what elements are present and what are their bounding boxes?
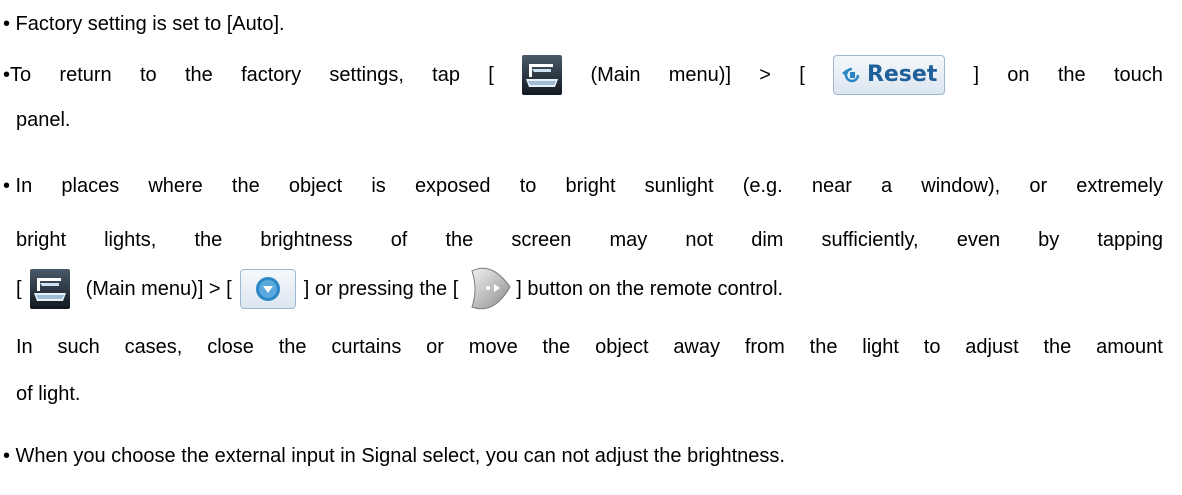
word: the (1043, 336, 1072, 358)
word: tapping (1097, 229, 1163, 251)
word: to (519, 175, 537, 197)
word: the (184, 64, 213, 86)
reset-button[interactable]: Reset (833, 55, 946, 95)
word: cases, (124, 336, 183, 358)
word: [ (16, 278, 22, 300)
word: from (744, 336, 785, 358)
word: the (809, 336, 838, 358)
word: dim (751, 229, 784, 251)
reset-icon (841, 67, 860, 83)
main-menu-icon[interactable] (29, 269, 70, 309)
word: places (61, 175, 120, 197)
word: tap (432, 64, 460, 86)
word: or (426, 336, 444, 358)
bullet-reset-continuation: panel. (16, 108, 71, 132)
word: bright (16, 229, 67, 251)
word: window), (921, 175, 1001, 197)
bullet-reset-instruction: •To return to the factory settings, tap … (3, 55, 1163, 95)
word: away (673, 336, 721, 358)
word: panel. (16, 109, 71, 131)
word: by (1038, 229, 1060, 251)
word: adjust (965, 336, 1019, 358)
word: • In (3, 175, 33, 197)
word: sufficiently, (821, 229, 919, 251)
main-menu-segment (522, 55, 563, 95)
word: screen (511, 229, 572, 251)
bullet-sunlight-line3: [ (Main menu)] > [ ] or pressing the []… (16, 265, 783, 313)
word: such (57, 336, 100, 358)
word: not (685, 229, 714, 251)
word: (Main (590, 64, 641, 86)
word: the (542, 336, 571, 358)
bullet-external-input: • When you choose the external input in … (3, 444, 785, 468)
main-menu-icon[interactable] (522, 55, 563, 95)
word: of (390, 229, 408, 251)
word: the (231, 175, 260, 197)
bullet-sunlight-line5: of light. (16, 382, 80, 406)
word: near (811, 175, 852, 197)
word: touch (1113, 64, 1163, 86)
word: or (1029, 175, 1048, 197)
word: lights, (104, 229, 157, 251)
word: factory (241, 64, 302, 86)
word: object (288, 175, 343, 197)
word: the (445, 229, 474, 251)
word: even (956, 229, 1001, 251)
word: [ (799, 64, 805, 86)
word: return (59, 64, 112, 86)
word: a (881, 175, 893, 197)
word: menu)] (668, 64, 731, 86)
remote-button-icon (471, 267, 511, 310)
word: amount (1096, 336, 1163, 358)
word: brightness (260, 229, 353, 251)
word: the (194, 229, 223, 251)
word: to (139, 64, 157, 86)
word: > (759, 64, 771, 86)
word: (e.g. (742, 175, 783, 197)
word: object (595, 336, 649, 358)
bullet-factory-setting: • Factory setting is set to [Auto]. (3, 12, 285, 36)
word: settings, (329, 64, 404, 86)
word: close (207, 336, 254, 358)
word: •To (3, 64, 32, 86)
main-menu-text: (Main menu)] > [ (85, 278, 232, 300)
word: In (16, 336, 33, 358)
reset-button-label: Reset (866, 62, 938, 87)
bullet-sunlight-line4: In such cases, close the curtains or move the obj… (16, 335, 1163, 359)
word: exposed (414, 175, 491, 197)
word: is (371, 175, 386, 197)
word: extremely (1076, 175, 1163, 197)
word: curtains (331, 336, 402, 358)
bullet-sunlight-line1: • In places where the object is exposed to brigh… (3, 174, 1163, 198)
word: ] or pressing the [ (303, 278, 459, 300)
bullet-sunlight-line2: bright lights, the brightness of the screen may… (16, 228, 1163, 252)
word: where (148, 175, 203, 197)
word: the (1057, 64, 1086, 86)
down-arrow-icon (255, 277, 280, 301)
word: the (278, 336, 307, 358)
word: bright (565, 175, 616, 197)
word: to (923, 336, 941, 358)
word: ] (973, 64, 979, 86)
document-page: • Factory setting is set to [Auto]. •To … (0, 0, 1182, 495)
word: ] button on the remote control. (516, 278, 784, 300)
word: light (862, 336, 899, 358)
word: of light. (16, 383, 81, 405)
brightness-down-button[interactable] (239, 269, 296, 309)
bullet-text: • Factory setting is set to [Auto]. (3, 13, 285, 35)
word: may (609, 229, 648, 251)
word: sunlight (644, 175, 714, 197)
word: [ (488, 64, 494, 86)
bullet-text: • When you choose the external input in … (3, 445, 785, 467)
word: on (1007, 64, 1030, 86)
word: move (468, 336, 518, 358)
